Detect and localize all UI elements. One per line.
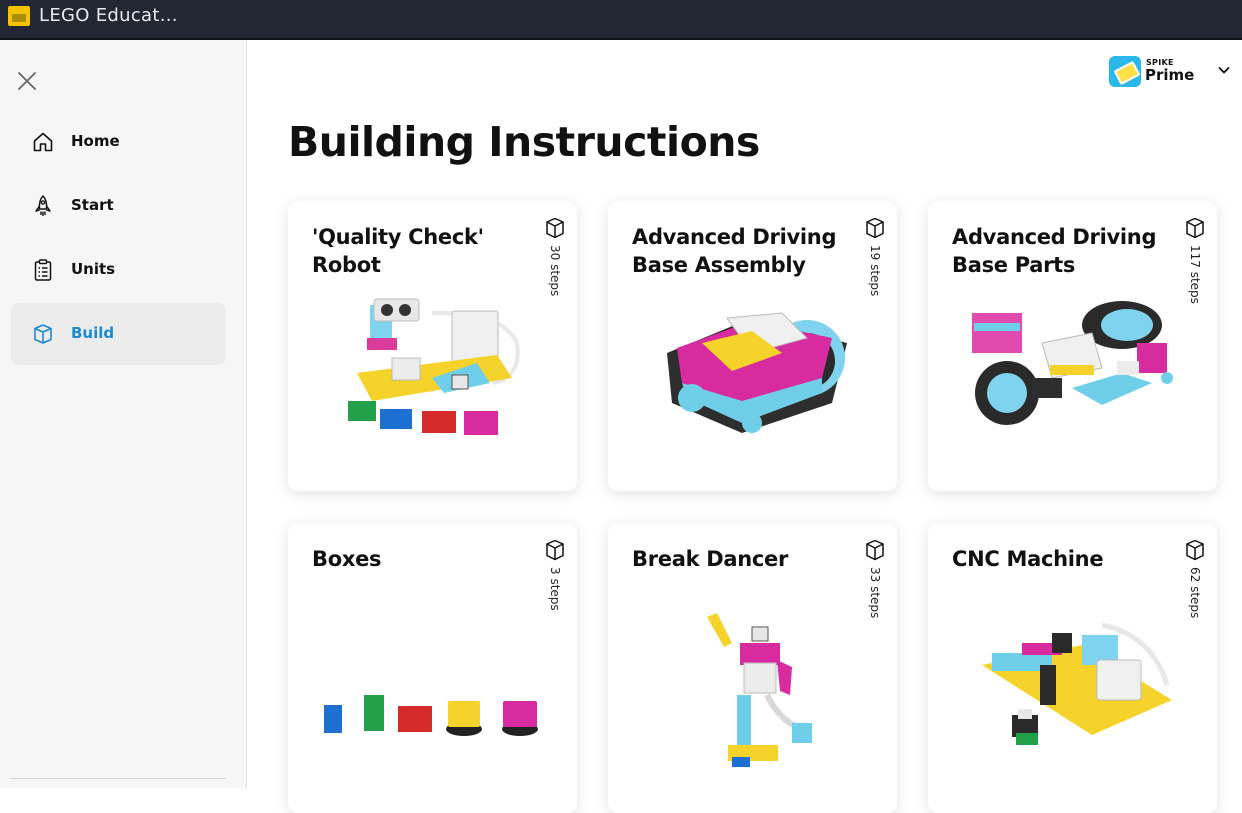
card-title: Break Dancer <box>632 547 789 571</box>
sidebar: Home Start Units Build <box>0 40 247 788</box>
rocket-icon <box>35 195 51 216</box>
model-image <box>324 695 538 736</box>
product-switcher[interactable]: SPIKE Prime <box>1109 55 1237 89</box>
card-title: CNC Machine <box>952 547 1104 571</box>
build-card-quality-check-robot[interactable]: 'Quality Check' Robot 30 steps <box>288 201 577 491</box>
build-card-cnc-machine[interactable]: CNC Machine 62 steps <box>928 523 1217 813</box>
box-icon <box>866 217 884 239</box>
sidebar-item-units[interactable]: Units <box>11 239 226 301</box>
card-title: 'Quality Check' Robot <box>312 225 484 277</box>
spike-app-icon <box>8 6 30 26</box>
sidebar-item-label: Build <box>71 324 115 342</box>
sidebar-divider <box>11 778 226 779</box>
window-titlebar: LEGO Educat... <box>0 0 1242 40</box>
close-icon[interactable] <box>14 68 40 94</box>
build-card-advanced-driving-base-parts[interactable]: Advanced Driving Base Parts 117 steps <box>928 201 1217 491</box>
model-image <box>707 613 812 767</box>
sidebar-item-label: Units <box>71 260 116 278</box>
cube-icon <box>34 324 52 344</box>
box-icon <box>1186 539 1204 561</box>
sidebar-item-start[interactable]: Start <box>11 175 226 237</box>
build-card-boxes[interactable]: Boxes 3 steps <box>288 523 577 813</box>
sidebar-item-build[interactable]: Build <box>11 303 226 365</box>
sidebar-item-label: Home <box>71 132 120 150</box>
card-title: Advanced Driving Base Parts <box>952 225 1157 277</box>
sidebar-item-label: Start <box>71 196 114 214</box>
box-icon <box>546 539 564 561</box>
spike-prime-icon <box>1109 56 1141 87</box>
box-icon <box>866 539 884 561</box>
sidebar-item-home[interactable]: Home <box>11 111 226 173</box>
home-icon <box>33 132 53 152</box>
window-title: LEGO Educat... <box>39 5 178 26</box>
model-image <box>667 312 847 433</box>
card-title: Boxes <box>312 547 382 571</box>
box-icon <box>1186 217 1204 239</box>
build-card-break-dancer[interactable]: Break Dancer 33 steps <box>608 523 897 813</box>
card-title: Advanced Driving Base Assembly <box>632 225 837 277</box>
main-content: SPIKE Prime Building Instructions 'Quali… <box>247 40 1242 813</box>
model-image <box>972 301 1173 425</box>
product-name: Prime <box>1145 66 1195 84</box>
clipboard-icon <box>34 259 52 281</box>
chevron-down-icon <box>1218 67 1230 74</box>
model-image <box>348 298 520 435</box>
box-icon <box>546 217 564 239</box>
page-title: Building Instructions <box>288 118 760 166</box>
build-card-advanced-driving-base-assembly[interactable]: Advanced Driving Base Assembly 19 steps <box>608 201 897 491</box>
model-image <box>982 622 1172 745</box>
